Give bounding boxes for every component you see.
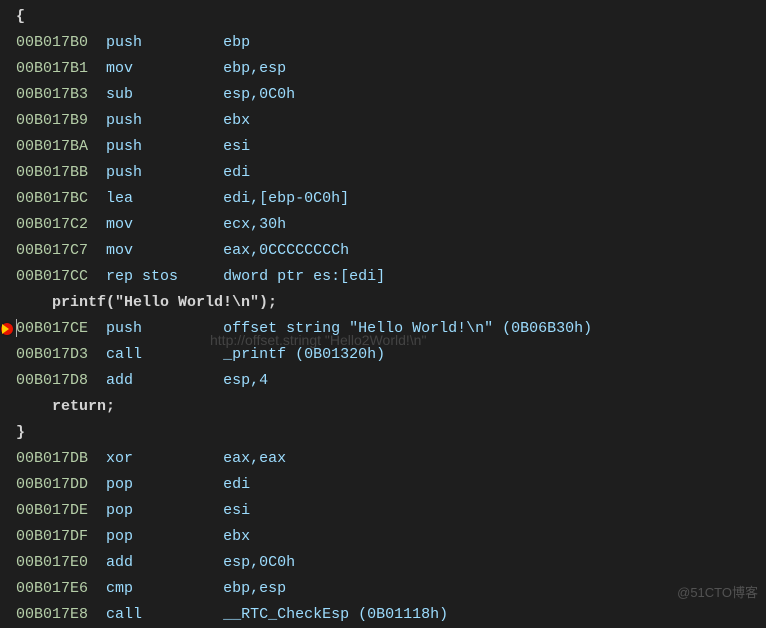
address: 00B017B9 (16, 112, 88, 129)
address: 00B017E8 (16, 606, 88, 623)
operand: ebx (223, 528, 250, 545)
asm-line[interactable]: 00B017BC lea edi,[ebp-0C0h] (0, 186, 766, 212)
operand: eax,eax (223, 450, 286, 467)
source-text: printf("Hello World!\n"); (16, 294, 277, 311)
asm-line[interactable]: 00B017B9 push ebx (0, 108, 766, 134)
mnemonic: call (106, 346, 142, 363)
mnemonic: pop (106, 476, 133, 493)
mnemonic: call (106, 606, 142, 623)
operand: _printf (0B01320h) (223, 346, 385, 363)
address: 00B017BC (16, 190, 88, 207)
asm-line[interactable]: 00B017DB xor eax,eax (0, 446, 766, 472)
operand: esi (223, 138, 250, 155)
address: 00B017D8 (16, 372, 88, 389)
address: 00B017B0 (16, 34, 88, 51)
mnemonic: pop (106, 502, 133, 519)
address: 00B017C2 (16, 216, 88, 233)
operand: esp,0C0h (223, 86, 295, 103)
mnemonic: mov (106, 242, 133, 259)
breakpoint-marker[interactable] (0, 316, 14, 342)
address: 00B017D3 (16, 346, 88, 363)
operand: esi (223, 502, 250, 519)
mnemonic: add (106, 554, 133, 571)
operand: esp,4 (223, 372, 268, 389)
operand: ebp (223, 34, 250, 51)
operand: edi (223, 476, 250, 493)
asm-line[interactable]: 00B017DD pop edi (0, 472, 766, 498)
asm-line[interactable]: 00B017B0 push ebp (0, 30, 766, 56)
operand: ecx,30h (223, 216, 286, 233)
operand: edi (223, 164, 250, 181)
mnemonic: push (106, 138, 142, 155)
address: 00B017DD (16, 476, 88, 493)
operand: ebp,esp (223, 580, 286, 597)
asm-line[interactable]: 00B017C7 mov eax,0CCCCCCCCh (0, 238, 766, 264)
mnemonic: push (106, 112, 142, 129)
mnemonic: pop (106, 528, 133, 545)
mnemonic: mov (106, 60, 133, 77)
address: 00B017B3 (16, 86, 88, 103)
mnemonic: push (106, 320, 142, 337)
operand: dword ptr es:[edi] (223, 268, 385, 285)
operand: esp,0C0h (223, 554, 295, 571)
address: 00B017BA (16, 138, 88, 155)
address: 00B017E0 (16, 554, 88, 571)
mnemonic: lea (106, 190, 133, 207)
brace-line[interactable]: } (0, 420, 766, 446)
asm-line[interactable]: 00B017D8 add esp,4 (0, 368, 766, 394)
address: 00B017DF (16, 528, 88, 545)
operand: ebx (223, 112, 250, 129)
address: 00B017DB (16, 450, 88, 467)
asm-line[interactable]: 00B017C2 mov ecx,30h (0, 212, 766, 238)
mnemonic: rep stos (106, 268, 178, 285)
address: 00B017BB (16, 164, 88, 181)
asm-line[interactable]: 00B017CE push offset string "Hello World… (0, 316, 766, 342)
asm-line[interactable]: 00B017D3 call _printf (0B01320h) (0, 342, 766, 368)
address: 00B017E6 (16, 580, 88, 597)
asm-line[interactable]: 00B017BB push edi (0, 160, 766, 186)
mnemonic: push (106, 164, 142, 181)
asm-line[interactable]: 00B017B3 sub esp,0C0h (0, 82, 766, 108)
source-text: return; (16, 398, 115, 415)
address: 00B017B1 (16, 60, 88, 77)
mnemonic: sub (106, 86, 133, 103)
mnemonic: cmp (106, 580, 133, 597)
asm-line[interactable]: 00B017E8 call __RTC_CheckEsp (0B01118h) (0, 602, 766, 628)
operand: eax,0CCCCCCCCh (223, 242, 349, 259)
asm-line[interactable]: 00B017DE pop esi (0, 498, 766, 524)
operand: __RTC_CheckEsp (0B01118h) (223, 606, 448, 623)
operand: offset string "Hello World!\n" (0B06B30h… (223, 320, 592, 337)
asm-line[interactable]: 00B017CC rep stos dword ptr es:[edi] (0, 264, 766, 290)
brace-line[interactable]: { (0, 4, 766, 30)
brace: } (16, 424, 25, 441)
brace: { (16, 8, 25, 25)
source-line[interactable]: printf("Hello World!\n"); (0, 290, 766, 316)
address: 00B017C7 (16, 242, 88, 259)
address: 00B017CC (16, 268, 88, 285)
mnemonic: mov (106, 216, 133, 233)
disassembly-view[interactable]: {00B017B0 push ebp00B017B1 mov ebp,esp00… (0, 0, 766, 628)
mnemonic: xor (106, 450, 133, 467)
asm-line[interactable]: 00B017E0 add esp,0C0h (0, 550, 766, 576)
asm-line[interactable]: 00B017B1 mov ebp,esp (0, 56, 766, 82)
asm-line[interactable]: 00B017DF pop ebx (0, 524, 766, 550)
operand: ebp,esp (223, 60, 286, 77)
asm-line[interactable]: 00B017BA push esi (0, 134, 766, 160)
address: 00B017CE (16, 320, 88, 337)
current-instruction-arrow-icon (2, 324, 9, 334)
asm-line[interactable]: 00B017E6 cmp ebp,esp (0, 576, 766, 602)
source-line[interactable]: return; (0, 394, 766, 420)
mnemonic: add (106, 372, 133, 389)
operand: edi,[ebp-0C0h] (223, 190, 349, 207)
mnemonic: push (106, 34, 142, 51)
address: 00B017DE (16, 502, 88, 519)
